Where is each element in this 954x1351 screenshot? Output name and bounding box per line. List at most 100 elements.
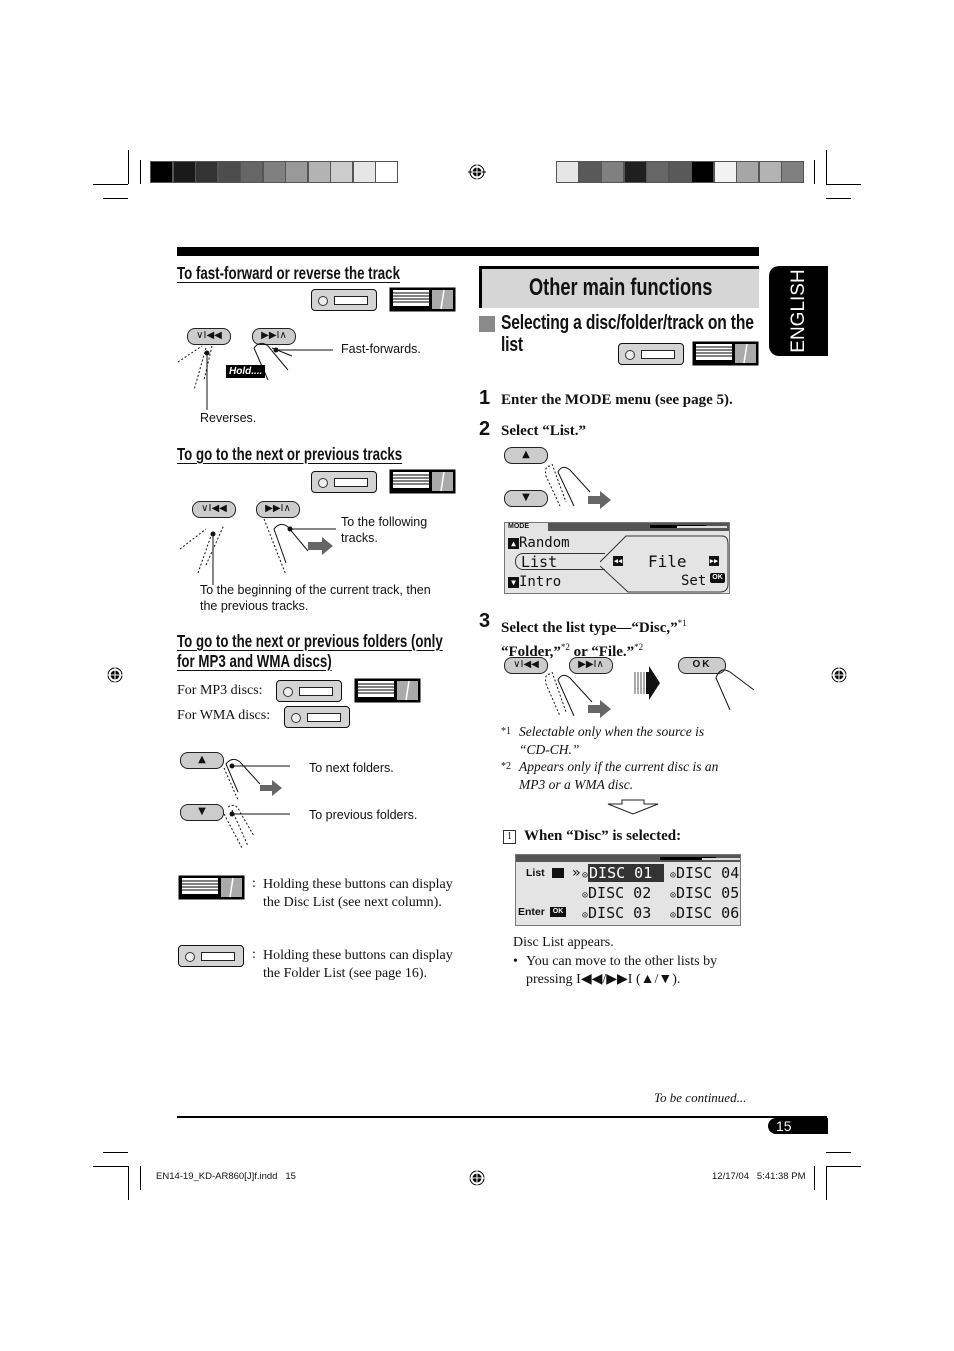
cd-player-icon (618, 343, 684, 365)
crop-mark (93, 1166, 128, 1167)
crop-mark (826, 198, 851, 199)
cd-player-icon (311, 289, 377, 311)
next-icon: ▶▶ (709, 556, 719, 566)
crop-mark (814, 1166, 815, 1190)
finger-press-illustration (545, 671, 611, 718)
section-title-cont: for MP3 and WMA discs) (177, 651, 332, 671)
crop-mark (826, 150, 827, 184)
color-swatch (217, 161, 241, 183)
color-swatch (195, 161, 218, 183)
color-swatch (646, 161, 669, 183)
cd-player-icon (276, 680, 342, 702)
chapter-title: Other main functions (528, 274, 713, 301)
mode-tab: MODE (505, 523, 548, 531)
arrow-down-icon (607, 799, 659, 815)
step-text: Select “List.” (501, 423, 586, 439)
color-swatch (172, 161, 196, 183)
cd-changer-icon (354, 678, 421, 703)
crop-mark (140, 1166, 141, 1190)
list-icon (552, 868, 564, 878)
finger-press-illustration (223, 758, 290, 849)
list-label: List (526, 867, 545, 879)
disc-label: DISC 03 (588, 904, 652, 922)
mode-value: File (648, 552, 687, 571)
disc-item[interactable]: ⊙DISC 04 (670, 864, 739, 882)
file-name: EN14-19_KD-AR860[J]f.indd 15 (156, 1171, 296, 1182)
finger-press-illustration (545, 463, 611, 509)
section-next-prev-tracks: To go to the next or previous tracks (177, 444, 473, 465)
step-number: 2 (479, 418, 491, 440)
registration-mark-icon (468, 1169, 486, 1187)
legend-disc-list-text: Holding these buttons can display the Di… (263, 877, 453, 910)
to-be-continued: To be continued... (654, 1090, 747, 1105)
callout-previous-folders: To previous folders. (309, 808, 418, 822)
color-swatch (713, 161, 737, 183)
registration-mark-icon (830, 666, 848, 684)
color-swatch (285, 161, 308, 183)
section-fast-forward: To fast-forward or reverse the track (177, 263, 470, 284)
crop-mark (140, 160, 141, 184)
step-number: 3 (479, 610, 491, 632)
wma-label: For WMA discs: (177, 708, 271, 723)
color-swatch (262, 161, 286, 183)
legend-sep: : (252, 876, 256, 891)
cd-player-icon (284, 706, 350, 728)
mode-item-list[interactable]: List (515, 553, 605, 571)
bottom-rule (177, 1116, 827, 1118)
footnote-2: *2 Appears only if the current disc is a… (501, 759, 719, 792)
ok-badge: OK (550, 907, 566, 917)
callout-following-tracks: To the following tracks. (341, 515, 428, 545)
color-swatch (736, 161, 759, 183)
legend-sep: : (252, 947, 256, 962)
disc-item[interactable]: ⊙DISC 05 (670, 884, 739, 902)
timestamp: 12/17/04 5:41:38 PM (712, 1171, 806, 1182)
cursor-icon: » (572, 865, 581, 881)
disc-item[interactable]: ⊙DISC 06 (670, 904, 739, 922)
color-swatch (601, 161, 624, 183)
mode-item-random: ▲ Random (508, 535, 570, 551)
arrow-right-icon (634, 666, 660, 700)
prev-icon: ◀◀ (613, 556, 623, 566)
language-tab: ENGLISH (769, 266, 828, 356)
crop-mark (93, 184, 128, 185)
crop-mark (128, 1166, 129, 1200)
cd-changer-icon (178, 875, 245, 900)
chapter-title-box: Other main functions (479, 266, 759, 308)
crop-mark (128, 150, 129, 184)
disc-list-display: List Enter OK » ⊙DISC 01 ⊙DISC 02 ⊙DISC 03… (515, 854, 741, 926)
disc-label: DISC 04 (676, 864, 740, 882)
legend-folder-list-text: Holding these buttons can display the Fo… (263, 948, 453, 981)
callout-beginning-of-track: To the beginning of the current track, t… (200, 583, 431, 613)
step-text: Select the list type—“Disc,”*1 “Folder,”… (501, 618, 687, 660)
color-swatch (240, 161, 263, 183)
disc-item[interactable]: ⊙DISC 03 (582, 904, 651, 922)
crop-mark (103, 198, 128, 199)
cd-player-icon (178, 945, 244, 967)
finger-press-illustration (179, 518, 336, 585)
finger-press-illustration (715, 669, 755, 711)
section-title: Selecting a disc/folder/track on the (501, 312, 754, 334)
disc-label: DISC 05 (676, 884, 740, 902)
disc-item[interactable]: ⊙DISC 02 (582, 884, 651, 902)
color-swatch (150, 161, 173, 183)
callout-fast-forwards: Fast-forwards. (341, 342, 421, 356)
page-number: 15 (768, 1118, 828, 1134)
set-label: Set (681, 573, 707, 589)
cd-changer-icon (389, 469, 456, 494)
section-bullet-square (479, 316, 495, 332)
enter-label: Enter (518, 906, 545, 918)
color-swatch (758, 161, 782, 183)
step-text: Enter the MODE menu (see page 5). (501, 392, 733, 408)
cd-changer-icon (389, 287, 456, 312)
crop-mark (814, 160, 815, 184)
crop-mark (103, 1152, 128, 1153)
disc-item[interactable]: ⊙DISC 01 (582, 864, 665, 882)
crop-mark (826, 184, 861, 185)
registration-mark-icon (468, 163, 486, 181)
footnote-1: *1 Selectable only when the source is “C… (501, 724, 705, 757)
color-swatch (352, 161, 376, 183)
color-swatch (375, 161, 398, 183)
cd-changer-icon (692, 341, 759, 366)
color-swatch (556, 161, 579, 183)
hold-label: Hold.... (226, 365, 266, 378)
